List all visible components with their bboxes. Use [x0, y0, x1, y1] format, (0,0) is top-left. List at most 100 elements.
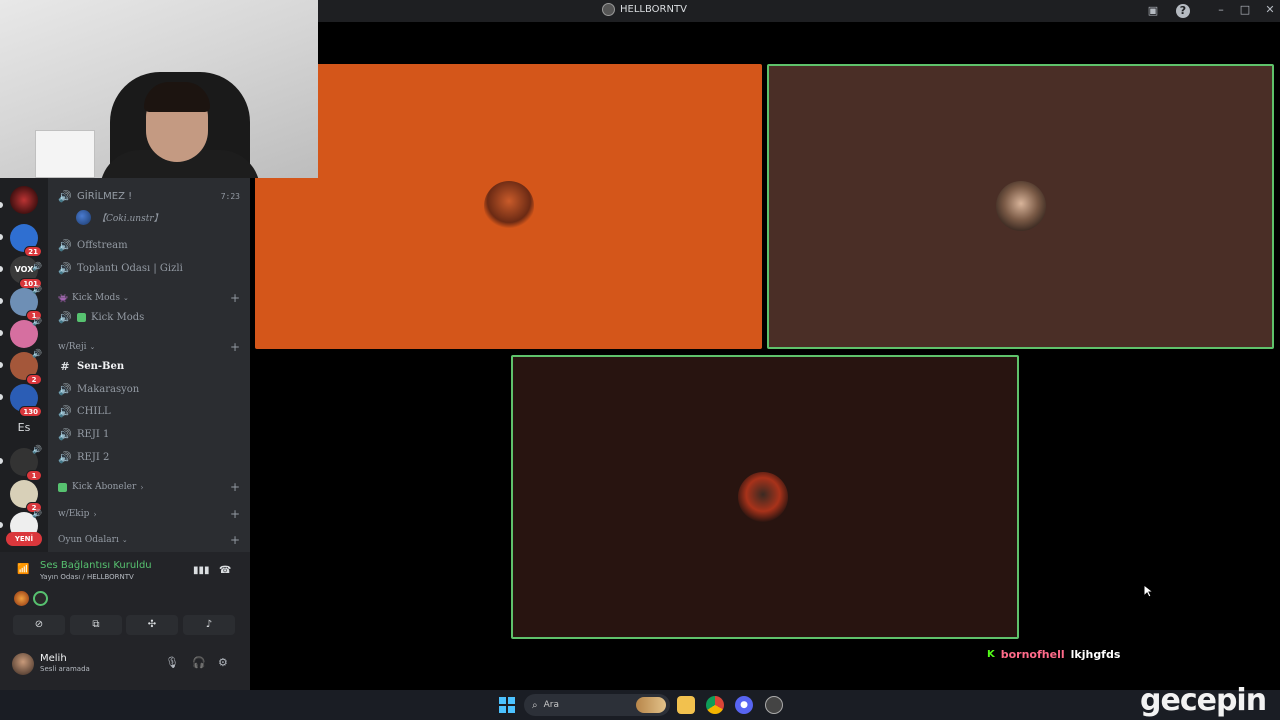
channel-voice[interactable]: 🔊 Makarasyon — [58, 379, 240, 399]
disconnect-icon[interactable]: ☎ — [219, 565, 231, 576]
participant-avatar — [738, 472, 788, 522]
search-highlight-icon — [636, 697, 666, 713]
avatar[interactable] — [14, 591, 29, 606]
speaker-icon: 🔊 — [58, 382, 72, 396]
channel-voice[interactable]: 🔊 REJI 2 — [58, 447, 240, 467]
webcam-hair — [144, 82, 210, 112]
avatar — [76, 209, 91, 225]
file-explorer-icon[interactable] — [677, 696, 695, 714]
close-button[interactable]: ✕ — [1262, 3, 1278, 16]
chevron-down-icon: ⌄ — [89, 343, 96, 351]
video-tile-speaking[interactable] — [511, 355, 1019, 639]
help-icon[interactable]: ? — [1176, 4, 1190, 18]
video-tile-speaking[interactable] — [767, 64, 1274, 349]
speaker-icon: 🔊 — [32, 509, 42, 518]
add-channel-icon[interactable]: + — [230, 533, 240, 547]
user-status: Sesli aramada — [40, 665, 90, 673]
discord-icon[interactable]: ● — [735, 696, 753, 714]
search-box[interactable]: ⌕ Ara — [524, 694, 670, 716]
channel-voice[interactable]: 🔊 GİRİLMEZ ! 7:23 — [58, 186, 240, 206]
category-kick-mods[interactable]: 👾 Kick Mods ⌄ + — [58, 291, 240, 305]
category-label: w/Reji — [58, 342, 87, 352]
server-icon-3[interactable]: VOX 🔊 101 — [10, 256, 42, 289]
speaker-icon: 🔊 — [58, 310, 72, 324]
maximize-button[interactable]: □ — [1237, 3, 1253, 16]
voice-member[interactable]: 【Coki.unstr】 — [76, 208, 163, 226]
voice-room[interactable]: Yayın Odası / HELLBORNTV — [40, 573, 134, 581]
add-channel-icon[interactable]: + — [230, 507, 240, 521]
stream-chat-message: K bornofhell lkjhgfds — [987, 648, 1120, 661]
category-label: w/Ekip — [58, 509, 90, 519]
inbox-icon[interactable]: ▣ — [1146, 4, 1160, 18]
channel-voice[interactable]: 🔊 REJI 1 — [58, 424, 240, 444]
channel-text-active[interactable]: # Sen-Ben — [58, 356, 240, 376]
add-channel-icon[interactable]: + — [230, 291, 240, 305]
watermark-logo: gecepin — [1140, 683, 1267, 718]
avatar[interactable] — [33, 591, 48, 606]
server-icon-8[interactable]: Es — [10, 414, 38, 442]
channel-voice[interactable]: 🔊 Kick Mods — [58, 307, 240, 327]
unread-pill — [0, 330, 3, 336]
chevron-right-icon: › — [93, 509, 97, 519]
speaker-icon: 🔊 — [32, 262, 42, 271]
channel-name: REJI 2 — [77, 451, 110, 463]
headphones-icon[interactable]: 🎧 — [192, 656, 206, 669]
chat-username: bornofhell — [1000, 648, 1065, 661]
noise-suppression-icon[interactable]: ▮▮▮ — [193, 565, 210, 576]
channel-name: CHILL — [77, 405, 111, 417]
mouse-cursor-icon — [1143, 584, 1153, 598]
member-name: 【Coki.unstr】 — [97, 213, 163, 224]
channel-name: Kick Mods — [91, 311, 145, 323]
voice-status[interactable]: Ses Bağlantısı Kuruldu — [40, 560, 152, 571]
microphone-icon[interactable]: 🎙 — [165, 656, 179, 669]
server-icon-7[interactable]: 130 — [10, 384, 42, 417]
speaker-icon: 🔊 — [58, 427, 72, 441]
chevron-down-icon: ⌄ — [121, 536, 128, 544]
camera-button[interactable]: ⊘ — [13, 615, 65, 635]
unread-pill — [0, 362, 3, 368]
category-reji[interactable]: w/Reji ⌄ + — [58, 340, 240, 354]
mention-badge: 2 — [26, 374, 42, 385]
webcam-window-frame — [35, 130, 95, 178]
soundboard-button[interactable]: ♪ — [183, 615, 235, 635]
server-text: VOX — [14, 265, 34, 274]
server-icon-5[interactable]: 🔊 — [10, 317, 42, 348]
chrome-icon[interactable] — [706, 696, 724, 714]
server-icon-4[interactable]: 🔊 1 — [10, 285, 42, 321]
channel-timer: 7:23 — [220, 191, 240, 201]
start-button[interactable] — [498, 696, 516, 714]
category-kick-aboneler[interactable]: Kick Aboneler › + — [58, 480, 240, 494]
taskbar: ⌕ Ara ● — [0, 690, 1280, 720]
category-ekip[interactable]: w/Ekip › + — [58, 507, 240, 521]
gear-icon[interactable]: ⚙ — [218, 656, 228, 669]
channel-voice[interactable]: 🔊 Toplantı Odası | Gizli — [58, 258, 240, 278]
window-title-text: HELLBORNTV — [620, 4, 687, 15]
server-icon-10[interactable]: 2 — [10, 480, 42, 513]
channel-name: Offstream — [77, 239, 128, 251]
search-label: Ara — [543, 700, 559, 710]
server-icon-6[interactable]: 🔊 2 — [10, 349, 42, 385]
add-channel-icon[interactable]: + — [230, 480, 240, 494]
kick-icon — [77, 312, 86, 322]
username[interactable]: Melih — [40, 653, 67, 664]
category-oyun-odalari[interactable]: Oyun Odaları ⌄ + — [58, 533, 240, 547]
minimize-button[interactable]: – — [1213, 3, 1229, 16]
server-icon-1[interactable] — [10, 186, 38, 214]
chevron-down-icon: ⌄ — [122, 294, 129, 302]
screen-share-button[interactable]: ⧉ — [70, 615, 122, 635]
activities-button[interactable]: ✣ — [126, 615, 178, 635]
channel-voice[interactable]: 🔊 Offstream — [58, 235, 240, 255]
channel-voice[interactable]: 🔊 CHILL — [58, 401, 240, 421]
video-tile[interactable] — [255, 64, 762, 349]
obs-icon[interactable] — [765, 696, 783, 714]
unread-pill — [0, 202, 3, 208]
server-icon-9[interactable]: 🔊 1 — [10, 445, 42, 481]
unread-pill — [0, 234, 3, 240]
webcam-overlay — [0, 0, 318, 178]
server-icon-2[interactable]: 21 — [10, 224, 42, 257]
search-icon: ⌕ — [532, 699, 538, 711]
new-badge[interactable]: YENİ — [6, 532, 42, 546]
add-channel-icon[interactable]: + — [230, 340, 240, 354]
channel-name: Sen-Ben — [77, 360, 125, 372]
avatar[interactable] — [12, 653, 34, 675]
